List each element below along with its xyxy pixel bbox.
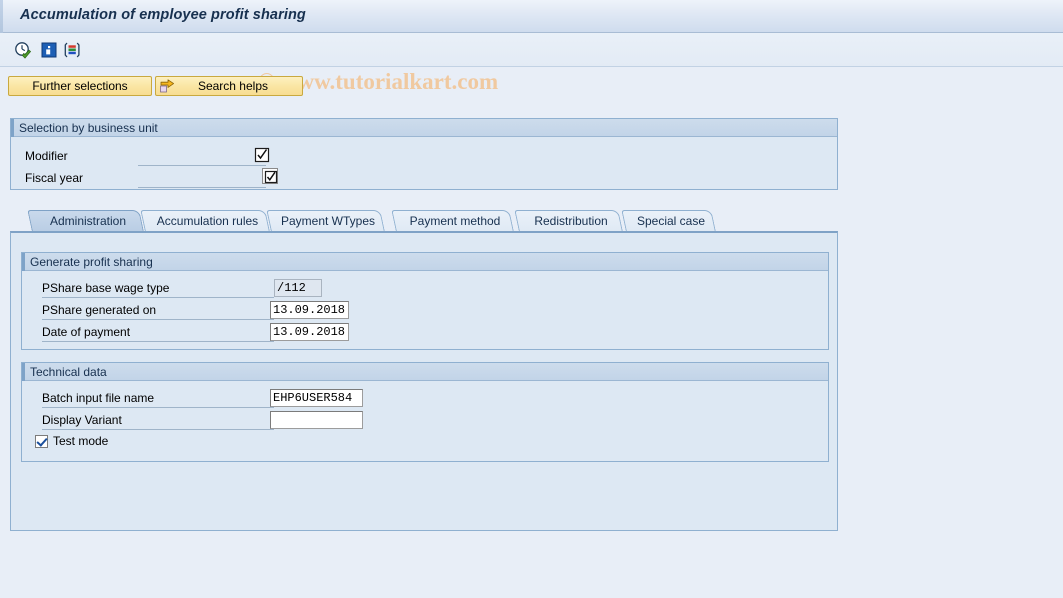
field-row-date-of-payment: Date of payment 13.09.2018 xyxy=(42,322,362,343)
tab-administration[interactable]: Administration xyxy=(27,210,145,232)
title-bar-left-edge xyxy=(0,0,3,33)
tab-label: Special case xyxy=(636,214,706,228)
modifier-input[interactable] xyxy=(138,146,266,166)
tab-label: Accumulation rules xyxy=(156,214,259,228)
tab-label: Payment WTypes xyxy=(280,214,376,228)
yellow-arrow-icon[interactable] xyxy=(160,79,175,93)
selection-by-business-unit-group: Selection by business unit Modifier Fisc… xyxy=(10,118,838,190)
display-variant-input[interactable] xyxy=(270,411,363,429)
tab-label: Redistribution xyxy=(534,214,608,228)
test-mode-checkbox[interactable] xyxy=(35,434,48,448)
group-header-accent xyxy=(11,119,14,137)
group-header-label: Selection by business unit xyxy=(19,120,158,135)
fiscal-year-label: Fiscal year xyxy=(25,171,84,185)
modifier-multi-selection-icon[interactable] xyxy=(254,147,270,163)
group-header-label: Generate profit sharing xyxy=(30,254,153,269)
tab-strip: Administration Accumulation rules Paymen… xyxy=(10,210,838,232)
field-row-modifier: Modifier xyxy=(25,146,305,167)
modifier-label: Modifier xyxy=(25,149,68,163)
group-header-generate: Generate profit sharing xyxy=(22,253,828,271)
information-icon[interactable] xyxy=(40,41,58,59)
layout-columns-icon[interactable] xyxy=(63,41,81,59)
tab-payment-wtypes[interactable]: Payment WTypes xyxy=(266,210,385,232)
fiscal-year-input[interactable] xyxy=(138,168,266,188)
execute-clock-icon[interactable] xyxy=(14,41,32,59)
tab-label: Administration xyxy=(49,214,127,228)
search-helps-button[interactable]: Search helps xyxy=(155,76,303,96)
technical-data-group: Technical data Batch input file name EHP… xyxy=(21,362,829,462)
batch-input-file-name-underline xyxy=(42,388,274,408)
tab-label: Payment method xyxy=(409,214,501,228)
tab-redistribution[interactable]: Redistribution xyxy=(514,210,623,232)
group-header-label: Technical data xyxy=(30,364,107,379)
test-mode-checkbox-row[interactable]: Test mode xyxy=(35,434,108,448)
batch-input-file-name-input[interactable]: EHP6USER584 xyxy=(270,389,363,407)
pshare-base-wage-type-input[interactable]: /112 xyxy=(274,279,322,297)
pshare-base-wage-type-underline xyxy=(42,278,274,298)
main-toolbar: © www.tutorialkart.com xyxy=(0,33,1063,94)
date-of-payment-underline xyxy=(42,322,274,342)
tab-special-case[interactable]: Special case xyxy=(621,210,716,232)
field-row-pshare-base-wage-type: PShare base wage type /112 xyxy=(42,278,362,299)
pshare-generated-on-input[interactable]: 13.09.2018 xyxy=(270,301,349,319)
window-title-bar: Accumulation of employee profit sharing xyxy=(0,0,1063,33)
page-title: Accumulation of employee profit sharing xyxy=(20,7,306,23)
date-of-payment-input[interactable]: 13.09.2018 xyxy=(270,323,349,341)
pshare-generated-on-underline xyxy=(42,300,274,320)
field-row-fiscal-year: Fiscal year xyxy=(25,168,305,189)
tab-content-panel: Generate profit sharing PShare base wage… xyxy=(10,231,838,531)
tab-accumulation-rules[interactable]: Accumulation rules xyxy=(140,210,270,232)
test-mode-label: Test mode xyxy=(53,434,109,448)
further-selections-button[interactable]: Further selections xyxy=(8,76,152,96)
generate-profit-sharing-group: Generate profit sharing PShare base wage… xyxy=(21,252,829,350)
group-header-selection: Selection by business unit xyxy=(11,119,837,137)
group-header-accent xyxy=(22,363,25,381)
field-row-pshare-generated-on: PShare generated on 13.09.2018 xyxy=(42,300,362,321)
group-header-accent xyxy=(22,253,25,271)
selection-button-row: Further selections Search helps xyxy=(0,67,1063,97)
field-row-batch-input-file-name: Batch input file name EHP6USER584 xyxy=(42,388,382,409)
tab-payment-method[interactable]: Payment method xyxy=(391,210,514,232)
field-row-display-variant: Display Variant xyxy=(42,410,382,431)
fiscal-year-multi-selection-icon[interactable] xyxy=(262,168,278,184)
group-header-technical: Technical data xyxy=(22,363,828,381)
display-variant-underline xyxy=(42,410,274,430)
